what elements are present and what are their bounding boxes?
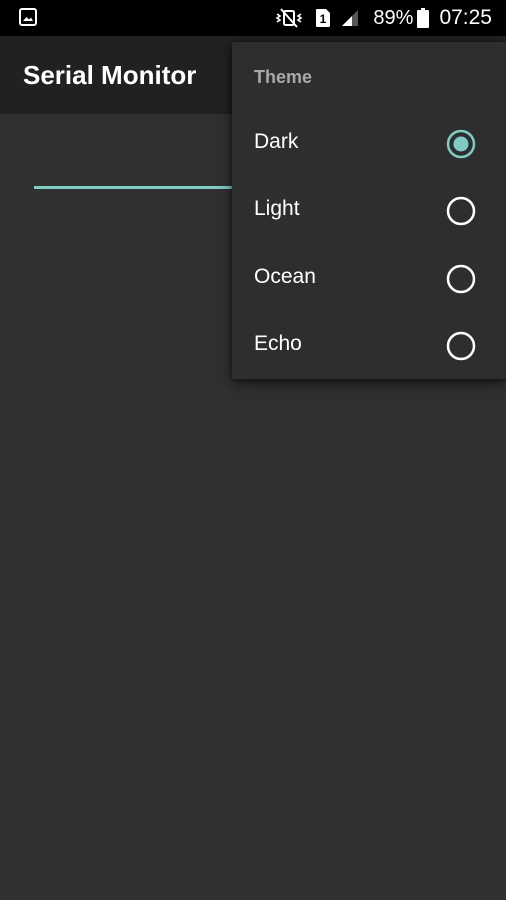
app-title: Serial Monitor xyxy=(23,60,197,90)
radio-unselected-icon[interactable] xyxy=(446,331,476,361)
option-label: Echo xyxy=(254,332,302,355)
gallery-icon xyxy=(19,8,37,26)
radio-selected-icon[interactable] xyxy=(446,129,476,159)
radio-unselected-icon[interactable] xyxy=(446,196,476,226)
theme-option-light[interactable]: Light xyxy=(232,177,506,244)
theme-option-echo[interactable]: Echo xyxy=(232,312,506,379)
option-label: Dark xyxy=(254,130,299,153)
menu-header: Theme xyxy=(254,67,313,87)
mute-vibrate-icon xyxy=(275,8,303,28)
signal-icon xyxy=(342,10,359,26)
svg-text:1: 1 xyxy=(320,12,327,26)
theme-option-ocean[interactable]: Ocean xyxy=(232,245,506,312)
sim-1-icon: 1 xyxy=(316,9,331,27)
theme-menu: Theme Dark Light Ocean Echo xyxy=(232,42,506,379)
radio-unselected-icon[interactable] xyxy=(446,264,476,294)
clock: 07:25 xyxy=(439,6,492,29)
option-label: Ocean xyxy=(254,265,316,288)
status-bar: 1 89% 07:25 xyxy=(0,0,506,36)
status-icons: 1 89% 07:25 xyxy=(275,0,492,36)
option-label: Light xyxy=(254,197,300,220)
theme-option-dark[interactable]: Dark xyxy=(232,110,506,177)
battery-percentage: 89% xyxy=(373,6,414,29)
battery-icon xyxy=(417,8,430,28)
